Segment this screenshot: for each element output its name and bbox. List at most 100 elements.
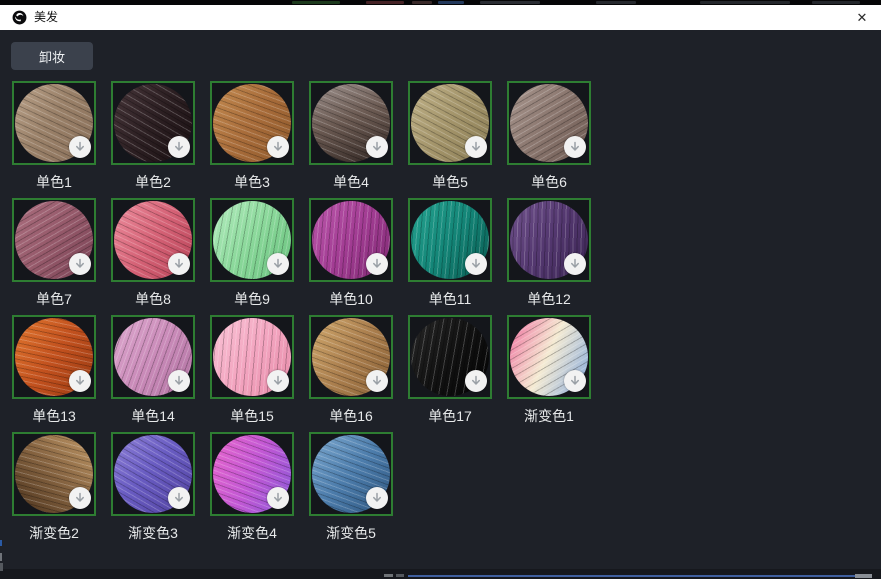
download-icon[interactable] bbox=[465, 136, 487, 158]
swatch-label: 单色8 bbox=[111, 282, 195, 315]
download-icon[interactable] bbox=[69, 487, 91, 509]
download-icon[interactable] bbox=[69, 253, 91, 275]
hair-color-swatch[interactable]: 单色17 bbox=[408, 315, 492, 432]
arrow-down-glyph bbox=[272, 141, 284, 153]
download-icon[interactable] bbox=[564, 136, 586, 158]
swatch-frame[interactable] bbox=[111, 315, 195, 399]
swatch-label: 渐变色2 bbox=[12, 516, 96, 549]
swatch-frame[interactable] bbox=[111, 81, 195, 165]
arrow-down-glyph bbox=[470, 258, 482, 270]
hair-color-swatch[interactable]: 单色16 bbox=[309, 315, 393, 432]
hair-color-swatch[interactable]: 单色5 bbox=[408, 81, 492, 198]
hair-color-swatch[interactable]: 单色11 bbox=[408, 198, 492, 315]
hair-color-swatch[interactable]: 单色7 bbox=[12, 198, 96, 315]
download-icon[interactable] bbox=[564, 253, 586, 275]
background-app-artifact bbox=[384, 574, 393, 577]
swatch-label: 单色14 bbox=[111, 399, 195, 432]
download-icon[interactable] bbox=[168, 487, 190, 509]
download-icon[interactable] bbox=[69, 370, 91, 392]
swatch-label: 单色12 bbox=[507, 282, 591, 315]
download-icon[interactable] bbox=[267, 253, 289, 275]
swatch-frame[interactable] bbox=[12, 432, 96, 516]
download-icon[interactable] bbox=[366, 136, 388, 158]
download-icon[interactable] bbox=[267, 370, 289, 392]
hair-color-swatch[interactable]: 单色13 bbox=[12, 315, 96, 432]
swatch-frame[interactable] bbox=[309, 432, 393, 516]
background-app-artifact bbox=[438, 1, 464, 4]
download-icon[interactable] bbox=[366, 370, 388, 392]
arrow-down-glyph bbox=[470, 141, 482, 153]
swatch-label: 渐变色1 bbox=[507, 399, 591, 432]
arrow-down-glyph bbox=[74, 141, 86, 153]
background-app-artifact bbox=[408, 575, 855, 577]
background-app-artifact bbox=[412, 1, 432, 4]
hair-color-swatch[interactable]: 单色6 bbox=[507, 81, 591, 198]
swatch-label: 渐变色3 bbox=[111, 516, 195, 549]
download-icon[interactable] bbox=[366, 253, 388, 275]
hair-color-swatch[interactable]: 单色8 bbox=[111, 198, 195, 315]
swatch-label: 单色1 bbox=[12, 165, 96, 198]
swatch-frame[interactable] bbox=[309, 81, 393, 165]
hair-color-swatch[interactable]: 渐变色4 bbox=[210, 432, 294, 549]
background-app-artifact bbox=[480, 1, 540, 4]
swatch-frame[interactable] bbox=[507, 81, 591, 165]
download-icon[interactable] bbox=[267, 136, 289, 158]
swatch-frame[interactable] bbox=[12, 198, 96, 282]
hair-color-swatch[interactable]: 渐变色3 bbox=[111, 432, 195, 549]
swatch-frame[interactable] bbox=[210, 432, 294, 516]
arrow-down-glyph bbox=[569, 375, 581, 387]
swatch-grid: 单色1 单色2 单色3 bbox=[12, 81, 596, 549]
remove-makeup-button[interactable]: 卸妆 bbox=[11, 42, 93, 70]
arrow-down-glyph bbox=[371, 258, 383, 270]
hair-style-panel: 卸妆 单色1 单色2 bbox=[0, 30, 881, 569]
hair-color-swatch[interactable]: 单色9 bbox=[210, 198, 294, 315]
swatch-label: 单色4 bbox=[309, 165, 393, 198]
background-app-artifact bbox=[700, 1, 790, 4]
swatch-label: 单色9 bbox=[210, 282, 294, 315]
hair-color-swatch[interactable]: 单色15 bbox=[210, 315, 294, 432]
swatch-frame[interactable] bbox=[408, 315, 492, 399]
swatch-frame[interactable] bbox=[309, 315, 393, 399]
swatch-label: 渐变色5 bbox=[309, 516, 393, 549]
swatch-frame[interactable] bbox=[408, 81, 492, 165]
arrow-down-glyph bbox=[74, 375, 86, 387]
download-icon[interactable] bbox=[168, 370, 190, 392]
hair-color-swatch[interactable]: 单色10 bbox=[309, 198, 393, 315]
dialog-titlebar: 美发 ✕ bbox=[0, 5, 881, 30]
swatch-frame[interactable] bbox=[210, 198, 294, 282]
hair-color-swatch[interactable]: 单色1 bbox=[12, 81, 96, 198]
swatch-frame[interactable] bbox=[111, 198, 195, 282]
swatch-frame[interactable] bbox=[111, 432, 195, 516]
download-icon[interactable] bbox=[465, 253, 487, 275]
download-icon[interactable] bbox=[366, 487, 388, 509]
arrow-down-glyph bbox=[74, 258, 86, 270]
hair-color-swatch[interactable]: 单色4 bbox=[309, 81, 393, 198]
download-icon[interactable] bbox=[168, 253, 190, 275]
swatch-frame[interactable] bbox=[12, 81, 96, 165]
hair-color-swatch[interactable]: 渐变色1 bbox=[507, 315, 591, 432]
download-icon[interactable] bbox=[168, 136, 190, 158]
swatch-frame[interactable] bbox=[210, 315, 294, 399]
download-icon[interactable] bbox=[267, 487, 289, 509]
swatch-frame[interactable] bbox=[309, 198, 393, 282]
download-icon[interactable] bbox=[69, 136, 91, 158]
download-icon[interactable] bbox=[465, 370, 487, 392]
hair-color-swatch[interactable]: 单色12 bbox=[507, 198, 591, 315]
hair-color-swatch[interactable]: 渐变色2 bbox=[12, 432, 96, 549]
background-app-artifact bbox=[0, 563, 3, 571]
swatch-frame[interactable] bbox=[408, 198, 492, 282]
close-button[interactable]: ✕ bbox=[843, 5, 881, 30]
background-app-artifact bbox=[596, 1, 636, 4]
download-icon[interactable] bbox=[564, 370, 586, 392]
swatch-frame[interactable] bbox=[507, 198, 591, 282]
swatch-label: 单色16 bbox=[309, 399, 393, 432]
swatch-frame[interactable] bbox=[12, 315, 96, 399]
hair-color-swatch[interactable]: 单色2 bbox=[111, 81, 195, 198]
hair-color-swatch[interactable]: 单色14 bbox=[111, 315, 195, 432]
arrow-down-glyph bbox=[74, 492, 86, 504]
swatch-frame[interactable] bbox=[210, 81, 294, 165]
hair-color-swatch[interactable]: 单色3 bbox=[210, 81, 294, 198]
swatch-label: 单色13 bbox=[12, 399, 96, 432]
hair-color-swatch[interactable]: 渐变色5 bbox=[309, 432, 393, 549]
swatch-frame[interactable] bbox=[507, 315, 591, 399]
